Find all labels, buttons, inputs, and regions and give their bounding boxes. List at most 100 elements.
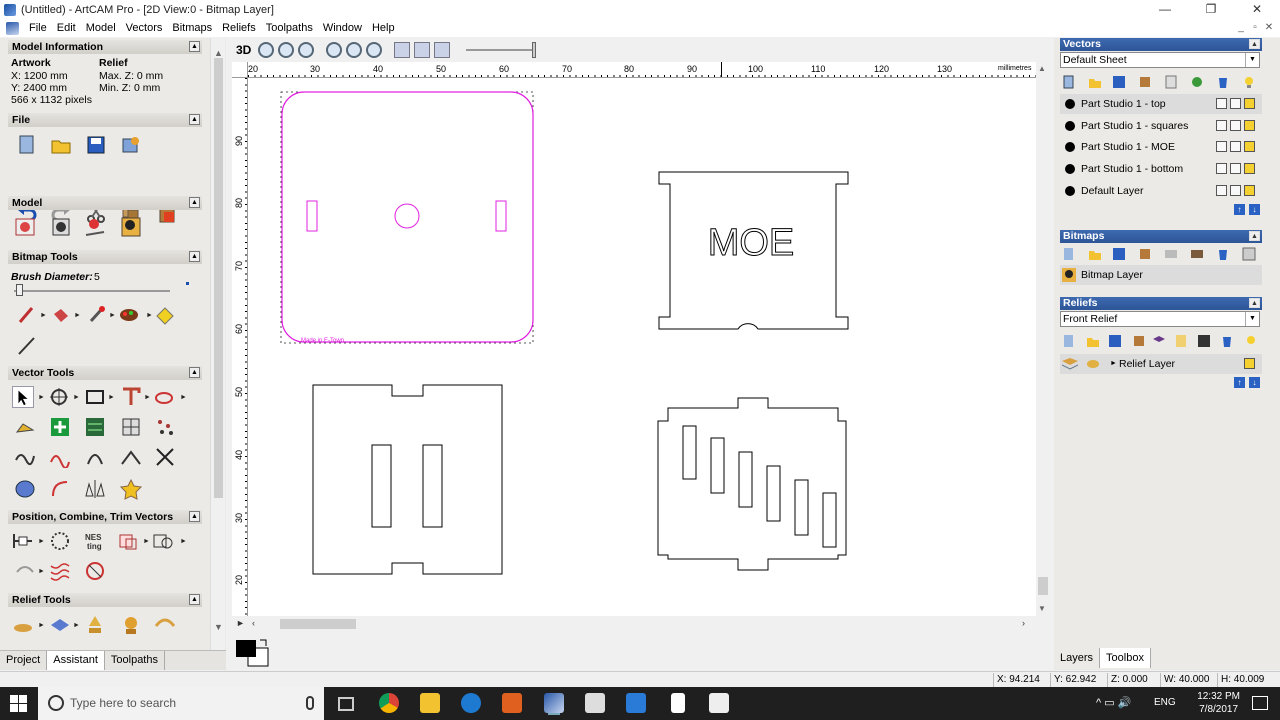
maximize-button[interactable]: ❐ <box>1188 0 1234 19</box>
collapse-icon[interactable]: ▲ <box>189 41 200 52</box>
taskbar-clock[interactable]: 12:32 PM 7/8/2017 <box>1197 690 1240 716</box>
revolve-icon[interactable] <box>14 478 36 500</box>
notifications-icon[interactable] <box>1252 696 1268 710</box>
chevron-right-icon[interactable]: ► <box>73 394 80 401</box>
chevron-down-icon[interactable]: ▼ <box>1245 53 1259 67</box>
scroll-left-icon[interactable]: ‹ <box>252 618 255 628</box>
minimize-button[interactable]: — <box>1142 0 1188 19</box>
turn-icon[interactable] <box>120 614 142 636</box>
part-top-vector[interactable]: Made in E-Town <box>280 91 534 344</box>
scroll-thumb[interactable] <box>280 619 356 629</box>
zoom-in-icon[interactable] <box>258 42 275 58</box>
open-layer-icon[interactable] <box>1088 75 1102 89</box>
chevron-right-icon[interactable]: ► <box>73 622 80 629</box>
chevron-right-icon[interactable]: ► <box>40 312 47 319</box>
slider-thumb[interactable] <box>532 42 537 58</box>
text-tool-icon[interactable] <box>120 386 142 408</box>
draw-line-icon[interactable] <box>16 334 38 356</box>
shape-editor-icon[interactable] <box>12 614 34 636</box>
copy-relief-icon[interactable] <box>1132 334 1146 348</box>
square-slot-1[interactable] <box>682 425 697 480</box>
chevron-right-icon[interactable]: ► <box>108 394 115 401</box>
top-slot-right[interactable] <box>495 200 507 232</box>
toggle-relief-icon[interactable] <box>434 42 451 58</box>
edge-icon[interactable] <box>626 693 646 713</box>
add-node-icon[interactable] <box>49 416 71 438</box>
collapse-icon[interactable]: ▲ <box>189 511 200 522</box>
chevron-right-icon[interactable]: ► <box>1110 354 1117 374</box>
toggle-bitmap-icon[interactable] <box>414 42 431 58</box>
tab-toolpaths[interactable]: Toolpaths <box>105 651 165 670</box>
bulb-icon[interactable] <box>1244 120 1255 131</box>
mirror-icon[interactable] <box>84 478 106 500</box>
mdi-restore-button[interactable]: ▫ <box>1248 19 1262 37</box>
delete-bitmap-icon[interactable] <box>1216 247 1230 261</box>
lock-icon[interactable] <box>1216 120 1227 131</box>
smooth-vector-icon[interactable] <box>14 446 36 468</box>
move-layer-up-button[interactable]: ↑ <box>1234 204 1245 215</box>
lock-icon[interactable] <box>1216 141 1227 152</box>
assistant-scrollbar[interactable]: ▲ ▼ <box>210 38 225 650</box>
square-slot-6[interactable] <box>822 492 837 548</box>
scroll-thumb[interactable] <box>1038 577 1048 595</box>
square-slot-3[interactable] <box>738 451 753 508</box>
spin-icon[interactable] <box>84 614 106 636</box>
weld-icon[interactable] <box>118 530 140 552</box>
photos-icon[interactable] <box>709 693 729 713</box>
model-size-icon[interactable] <box>14 216 36 238</box>
close-vectors-icon[interactable] <box>14 560 36 582</box>
top-hole[interactable] <box>394 203 420 229</box>
polyline-icon[interactable] <box>120 446 142 468</box>
menu-toolpaths[interactable]: Toolpaths <box>262 19 319 37</box>
chevron-right-icon[interactable]: ► <box>109 312 116 319</box>
layer-properties-icon[interactable] <box>1164 75 1178 89</box>
chevron-right-icon[interactable]: ► <box>38 622 45 629</box>
chevron-right-icon[interactable]: ► <box>38 538 45 545</box>
collapse-icon[interactable]: ▲ <box>1249 39 1260 49</box>
collapse-icon[interactable]: ▲ <box>1249 298 1260 308</box>
task-view-icon[interactable] <box>338 697 354 711</box>
new-layer-icon[interactable] <box>1062 75 1076 89</box>
vector-layer-item[interactable]: Default Layer <box>1060 181 1262 201</box>
reliefs-header[interactable]: Reliefs ▲ <box>1060 297 1262 310</box>
layer-color-icon[interactable] <box>1065 121 1075 131</box>
bottom-slot-right[interactable] <box>422 444 443 528</box>
chevron-right-icon[interactable]: ► <box>143 538 150 545</box>
chevron-right-icon[interactable]: ► <box>38 568 45 575</box>
system-tray-icons[interactable]: ^ ▭ 🔊 <box>1096 696 1131 709</box>
relief-properties-icon[interactable] <box>1174 334 1188 348</box>
microphone-icon[interactable] <box>306 696 314 710</box>
artcam-taskbar-icon[interactable] <box>544 693 564 713</box>
copy-bitmap-icon[interactable] <box>1138 247 1152 261</box>
edit-icon[interactable] <box>1230 120 1241 131</box>
collapse-icon[interactable]: ▲ <box>189 114 200 125</box>
menu-window[interactable]: Window <box>319 19 368 37</box>
zoom-extents-icon[interactable] <box>326 42 343 58</box>
edit-icon[interactable] <box>1230 185 1241 196</box>
new-bitmap-icon[interactable] <box>1062 247 1076 261</box>
node-editing-icon[interactable] <box>154 416 176 438</box>
visibility-icon[interactable] <box>1242 75 1256 89</box>
color-palette-icon[interactable] <box>118 304 140 326</box>
zoom-box-icon[interactable] <box>346 42 363 58</box>
scroll-right-icon[interactable]: › <box>1022 618 1025 628</box>
menu-edit[interactable]: Edit <box>53 19 82 37</box>
camera-icon[interactable] <box>585 693 605 713</box>
bitmap-to-vector-icon[interactable] <box>1190 247 1204 261</box>
model-information-header[interactable]: Model Information ▲ <box>8 40 202 54</box>
new-model-icon[interactable] <box>16 134 38 156</box>
notepad-icon[interactable] <box>671 693 685 713</box>
file-header[interactable]: File ▲ <box>8 113 202 127</box>
brush-diameter-slider[interactable] <box>14 290 170 292</box>
tab-project[interactable]: Project <box>0 651 48 670</box>
edit-icon[interactable] <box>1230 163 1241 174</box>
group-icon[interactable] <box>49 530 71 552</box>
square-slot-4[interactable] <box>766 465 781 522</box>
relief-layer-item[interactable]: ► Relief Layer <box>1060 354 1262 374</box>
vectors-header[interactable]: Vectors ▲ <box>1060 38 1262 51</box>
vector-layer-item[interactable]: Part Studio 1 - squares <box>1060 116 1262 136</box>
move-relief-down-button[interactable]: ↓ <box>1249 377 1260 388</box>
menu-vectors[interactable]: Vectors <box>122 19 169 37</box>
vector-tools-header[interactable]: Vector Tools ▲ <box>8 366 202 380</box>
bitmap-visibility-icon[interactable] <box>1242 247 1256 261</box>
